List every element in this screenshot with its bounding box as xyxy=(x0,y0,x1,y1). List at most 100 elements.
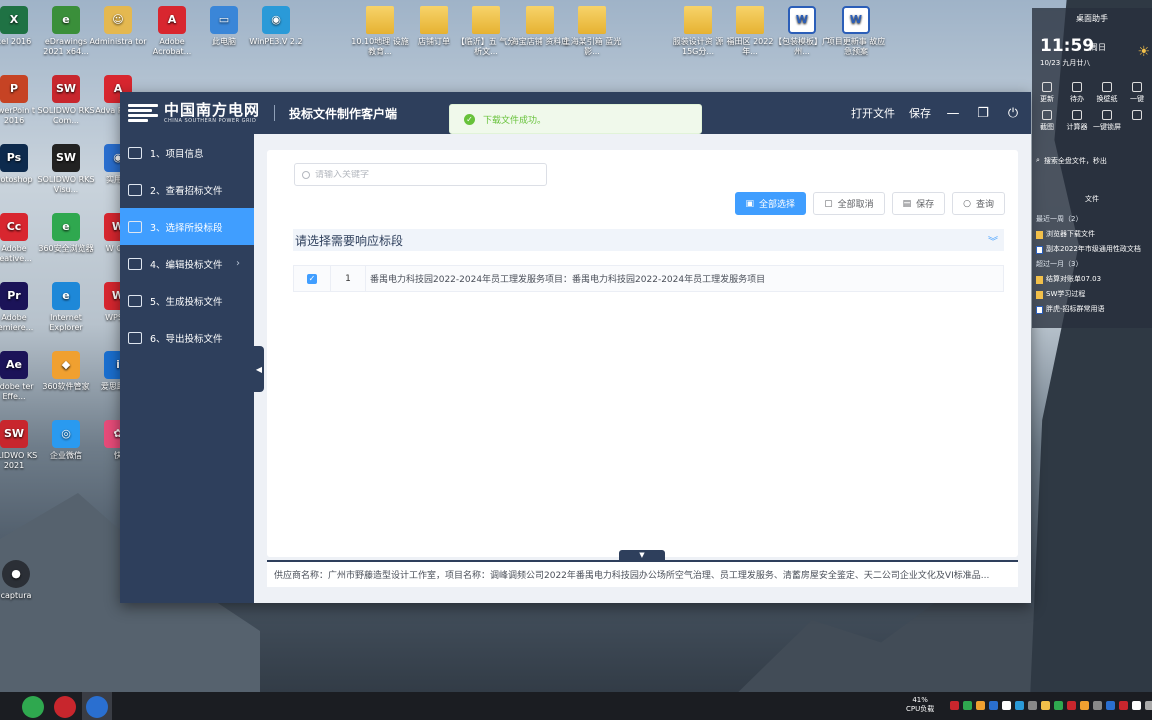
section-header[interactable]: 请选择需要响应标段 ︾ xyxy=(293,229,1004,251)
tray-app-icon[interactable] xyxy=(963,701,972,710)
desktop-icon-label: WinPE3.V 2.2 xyxy=(249,37,303,46)
widget-tool-label: 截图 xyxy=(1040,123,1054,131)
desktop-icon[interactable]: SW SOLIDWO RKS Visu... xyxy=(36,144,96,195)
list-icon xyxy=(128,146,142,159)
footer-toggle-button[interactable]: ▼ xyxy=(619,550,665,560)
open-file-button[interactable]: 打开文件 xyxy=(851,105,895,121)
taskbar-360-icon[interactable] xyxy=(22,696,44,718)
desktop-icon-label: 福田区 2022年... xyxy=(726,37,774,56)
taskbar-record-icon[interactable] xyxy=(54,696,76,718)
desktop-icon[interactable]: A Adobe Acrobat... xyxy=(142,6,202,57)
tray-app-icon[interactable] xyxy=(976,701,985,710)
tray-app-icon[interactable] xyxy=(1015,701,1024,710)
lot-row[interactable]: ✓ 1 番禺电力科技园2022-2024年员工理发服务项目：番禺电力科技园202… xyxy=(293,265,1004,292)
tray-app-icon[interactable] xyxy=(1054,701,1063,710)
recent-file-item[interactable]: 浏览器下载文件 xyxy=(1036,227,1152,242)
desktop-icon[interactable]: e eDrawings 2021 x64... xyxy=(36,6,96,57)
tray-app-icon[interactable] xyxy=(1145,701,1152,710)
app-icon: e xyxy=(52,6,80,34)
desktop-icon[interactable]: e Internet Explorer xyxy=(36,282,96,333)
nav-item-generate-bid[interactable]: 5、生成投标文件 xyxy=(120,282,254,319)
widget-tool[interactable]: 更新 xyxy=(1032,82,1062,104)
desktop-icon[interactable]: 上海某引箱 蓝光影... xyxy=(562,6,622,57)
app-icon: Cc xyxy=(0,213,28,241)
desktop-icon[interactable]: ◎ 企业微信 xyxy=(36,420,96,461)
lot-checkbox[interactable]: ✓ xyxy=(307,273,317,284)
desktop-icon[interactable]: 福田区 2022年... xyxy=(720,6,780,57)
file-group-title[interactable]: 超过一月（3） xyxy=(1036,257,1152,272)
query-button[interactable]: ○ 查询 xyxy=(952,192,1005,215)
widget-tool[interactable]: 一键 xyxy=(1122,82,1152,104)
nav-item-project-info[interactable]: 1、项目信息 xyxy=(120,134,254,171)
search-icon: ○ xyxy=(963,198,971,209)
tray-app-icon[interactable] xyxy=(1132,701,1141,710)
tray-app-icon[interactable] xyxy=(1106,701,1115,710)
desktop-icon[interactable]: ▭ 此电脑 xyxy=(194,6,254,47)
app-icon: SW xyxy=(52,144,80,172)
tray-app-icon[interactable] xyxy=(989,701,998,710)
tray-app-icon[interactable] xyxy=(1093,701,1102,710)
double-chevron-down-icon[interactable]: ︾ xyxy=(988,233,998,248)
widget-tool[interactable] xyxy=(1122,110,1152,132)
action-bar: ▣ 全部选择 ▢ 全部取消 ▤ 保存 ○ 查询 xyxy=(734,192,1005,215)
app-icon: e xyxy=(52,213,80,241)
desktop-icon-label: 企业微信 xyxy=(50,451,82,460)
tray-app-icon[interactable] xyxy=(1041,701,1050,710)
title-divider xyxy=(274,105,276,121)
widget-date: 10/23 九月廿八 xyxy=(1040,59,1091,67)
sidebar-nav: 1、项目信息 2、查看招标文件 3、选择所投标段 4、编辑投标文件 › 5、生成… xyxy=(120,134,254,603)
minimize-icon[interactable]: — xyxy=(945,105,961,121)
tray-app-icon[interactable] xyxy=(1080,701,1089,710)
keyword-search[interactable] xyxy=(294,163,547,186)
desktop-icon[interactable]: 【临沂】五 气分析文... xyxy=(456,6,516,57)
restore-icon[interactable]: ❐ xyxy=(975,105,991,121)
recent-file-item[interactable]: SW学习过程 xyxy=(1036,287,1152,302)
desktop-icon[interactable]: W 项目更新事 故应急预案 xyxy=(826,6,886,57)
tray-app-icon[interactable] xyxy=(1067,701,1076,710)
desktop-icon[interactable]: W 【包装模板】广州... xyxy=(772,6,832,57)
desktop-icon[interactable]: SW SOLIDWO RKS Com... xyxy=(36,75,96,126)
desktop-icon[interactable]: ☺ Administra tor xyxy=(88,6,148,47)
desktop-icon[interactable]: e 360安全浏览器 xyxy=(36,213,96,254)
recent-file-item[interactable]: 结算对账单07.03 xyxy=(1036,272,1152,287)
tray-app-icon[interactable] xyxy=(950,701,959,710)
tray-app-icon[interactable] xyxy=(1028,701,1037,710)
taskbar-client-icon[interactable] xyxy=(86,696,108,718)
desktop-icon[interactable]: 10.10地理 设施教育... xyxy=(350,6,410,57)
widget-tool[interactable]: 计算器 xyxy=(1062,110,1092,132)
power-icon[interactable]: ⏻ xyxy=(1005,105,1021,121)
desktop-icon-label: 此电脑 xyxy=(212,37,236,46)
nav-item-view-tender[interactable]: 2、查看招标文件 xyxy=(120,171,254,208)
widget-tool[interactable]: 换壁纸 xyxy=(1092,82,1122,104)
widget-tool-label: 更新 xyxy=(1040,95,1054,103)
desktop-icon[interactable]: 店铺订单 xyxy=(404,6,464,47)
edit-icon xyxy=(128,257,142,270)
nav-item-export-bid[interactable]: 6、导出投标文件 xyxy=(120,319,254,356)
widget-tool[interactable]: 待办 xyxy=(1062,82,1092,104)
file-group-title[interactable]: 最近一周（2） xyxy=(1036,212,1152,227)
desktop-icon[interactable]: ◆ 360软件管家 xyxy=(36,351,96,392)
desktop-icon[interactable]: 服装设计资 源15G分... xyxy=(668,6,728,57)
tool-icon xyxy=(1132,110,1142,120)
select-all-button[interactable]: ▣ 全部选择 xyxy=(734,192,807,215)
tray-app-icon[interactable] xyxy=(1119,701,1128,710)
nav-item-edit-bid[interactable]: 4、编辑投标文件 › xyxy=(120,245,254,282)
tray-app-icon[interactable] xyxy=(1002,701,1011,710)
recent-file-item[interactable]: 胖虎-招标群常用语 xyxy=(1036,302,1152,317)
app-icon: ☺ xyxy=(104,6,132,34)
recent-file-item[interactable]: 副本2022年市级通用性政文档 xyxy=(1036,242,1152,257)
cancel-all-button[interactable]: ▢ 全部取消 xyxy=(813,192,885,215)
cpu-meter[interactable]: 41% CPU负载 xyxy=(906,696,934,714)
widget-tool[interactable]: 截图 xyxy=(1032,110,1062,132)
nav-item-select-lots[interactable]: 3、选择所投标段 xyxy=(120,208,254,245)
save-button[interactable]: ▤ 保存 xyxy=(891,192,946,215)
widget-tool[interactable]: 一键锁屏 xyxy=(1092,110,1122,132)
desktop-icon[interactable]: ◉ WinPE3.V 2.2 xyxy=(246,6,306,47)
save-file-button[interactable]: 保存 xyxy=(909,105,931,121)
widget-search[interactable]: ⌕ 搜索全盘文件，秒出 xyxy=(1036,156,1107,166)
widget-weekday: 周日 xyxy=(1090,43,1106,52)
desktop-icon[interactable]: 海宝店铺 资料库 xyxy=(510,6,570,47)
sidebar-collapse-handle[interactable]: ◀ xyxy=(254,346,264,392)
desktop-icon-captura[interactable]: ● captura xyxy=(0,560,46,601)
keyword-search-input[interactable] xyxy=(315,169,535,180)
